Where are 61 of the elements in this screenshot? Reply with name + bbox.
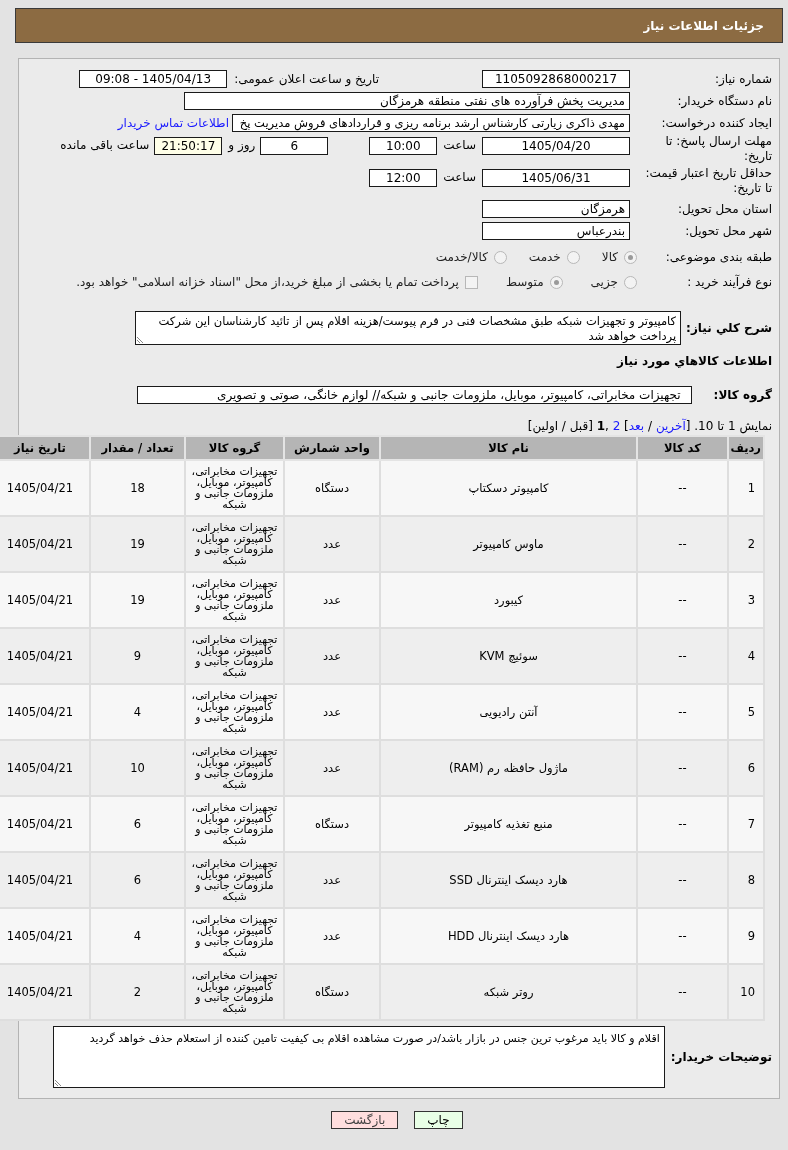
field-label: روز و xyxy=(228,138,256,152)
field-label: نوع فرآیند خرید : xyxy=(686,274,772,290)
field-label: توضیحات خریدار: xyxy=(670,1049,772,1065)
column-header: واحد شمارش xyxy=(284,436,380,460)
days-field[interactable]: 6 xyxy=(260,137,329,155)
purchase-type-option[interactable]: متوسط xyxy=(505,275,563,289)
print-button[interactable]: چاپ xyxy=(414,1111,463,1129)
page-title: جزئیات اطلاعات نیاز xyxy=(643,18,764,33)
field-label: تاریخ و ساعت اعلان عمومی: xyxy=(234,72,379,86)
city-field[interactable]: بندرعباس xyxy=(482,222,630,240)
announce-date-field[interactable]: 1405/04/13 - 09:08 xyxy=(79,70,228,88)
field-label: شرح كلي نیاز: xyxy=(686,320,772,336)
row-number-cell: 10 xyxy=(728,964,764,1020)
field-label: طبقه بندی موضوعی: xyxy=(664,249,772,265)
need-number-field[interactable]: 1105092868000217 xyxy=(482,70,630,88)
price-validity-time-field[interactable]: 12:00 xyxy=(369,169,438,187)
field-label: نام دستگاه خریدار: xyxy=(676,93,772,109)
column-header: نام کالا xyxy=(380,436,637,460)
column-header: ردیف xyxy=(728,436,764,460)
category-option[interactable]: کالا xyxy=(601,250,637,264)
buyer-org-field[interactable]: مدیریت پخش فرآورده های نفتی منطقه هرمزگان xyxy=(184,92,630,110)
resize-grip-icon[interactable] xyxy=(55,1079,62,1086)
requester-field[interactable]: مهدی ذاکری زیارتی کارشناس ارشد برنامه ریزی و قراردادهای فروش مدیریت پخ xyxy=(232,114,630,132)
contact-link[interactable]: اطلاعات تماس خریدار xyxy=(117,116,229,130)
back-button[interactable]: بازگشت xyxy=(331,1111,399,1129)
response-date-field[interactable]: 1405/04/20 xyxy=(482,137,630,155)
category-option[interactable]: خدمت xyxy=(528,250,580,264)
field-label: گروه کالا: xyxy=(713,387,772,403)
remaining-time-field[interactable]: 21:50:17 xyxy=(154,137,223,155)
column-header: تعداد / مقدار xyxy=(90,436,185,460)
price-validity-date-field[interactable]: 1405/06/31 xyxy=(482,169,630,187)
unit-cell: دستگاه xyxy=(284,964,380,1020)
section-title: اطلاعات كالاهاي مورد نیاز xyxy=(617,353,772,369)
item-group-field[interactable]: تجهیزات مخابراتی، کامپیوتر، موبایل، ملزومات جانبی و شبکه// لوازم خانگی، صوتی و تصویری xyxy=(137,386,692,404)
province-field[interactable]: هرمزگان xyxy=(482,200,630,218)
field-label: ایجاد کننده درخواست: xyxy=(660,115,772,131)
item-name-cell: روتر شبکه xyxy=(380,964,637,1020)
field-label: ساعت xyxy=(443,138,476,152)
quantity-cell: 2 xyxy=(90,964,185,1020)
item-code-cell: -- xyxy=(637,964,728,1020)
treasury-payment-option[interactable]: پرداخت تمام یا بخشی از مبلغ خرید،از محل "اسناد خزانه اسلامی" خواهد بود. xyxy=(76,275,478,289)
resize-grip-icon[interactable] xyxy=(137,336,144,343)
field-label: شماره نیاز: xyxy=(714,71,772,87)
field-label: استان محل تحویل: xyxy=(676,201,772,217)
category-option[interactable]: کالا/خدمت xyxy=(435,250,507,264)
column-header: تاریخ نیاز xyxy=(0,436,90,460)
field-label: ساعت باقی مانده xyxy=(60,138,150,152)
pagination-link[interactable]: آخرین xyxy=(655,419,686,433)
field-label: حداقل تاریخ اعتبار قیمت: تا تاریخ: xyxy=(644,166,772,196)
response-time-field[interactable]: 10:00 xyxy=(369,137,438,155)
column-header: گروه کالا xyxy=(185,436,284,460)
field-label: شهر محل تحویل: xyxy=(684,223,772,239)
column-header: کد کالا xyxy=(637,436,728,460)
pagination-link[interactable]: 2 xyxy=(612,419,621,433)
field-label: ساعت xyxy=(443,170,476,184)
pagination-link[interactable]: بعد xyxy=(628,419,645,433)
buyer-notes-textarea[interactable]: اقلام و کالا باید مرغوب ترین جنس در بازار باشد/در صورت مشاهده اقلام بی کیفیت تامین کننده از استعلام حذف خواهد گردید xyxy=(53,1026,665,1088)
purchase-type-option[interactable]: جزیی xyxy=(590,275,637,289)
field-label: مهلت ارسال پاسخ: تا تاریخ: xyxy=(664,134,772,164)
description-textarea[interactable]: کامپیوتر و تجهیزات شبکه طبق مشخصات فنی در فرم پیوست/هزینه اقلام پس از تائید کارشناسان این شرکت پرداخت خواهد شد xyxy=(135,311,682,345)
item-group-cell: تجهیزات مخابراتی، کامپیوتر، موبایل، ملزومات جانبی و شبکه xyxy=(185,964,284,1020)
